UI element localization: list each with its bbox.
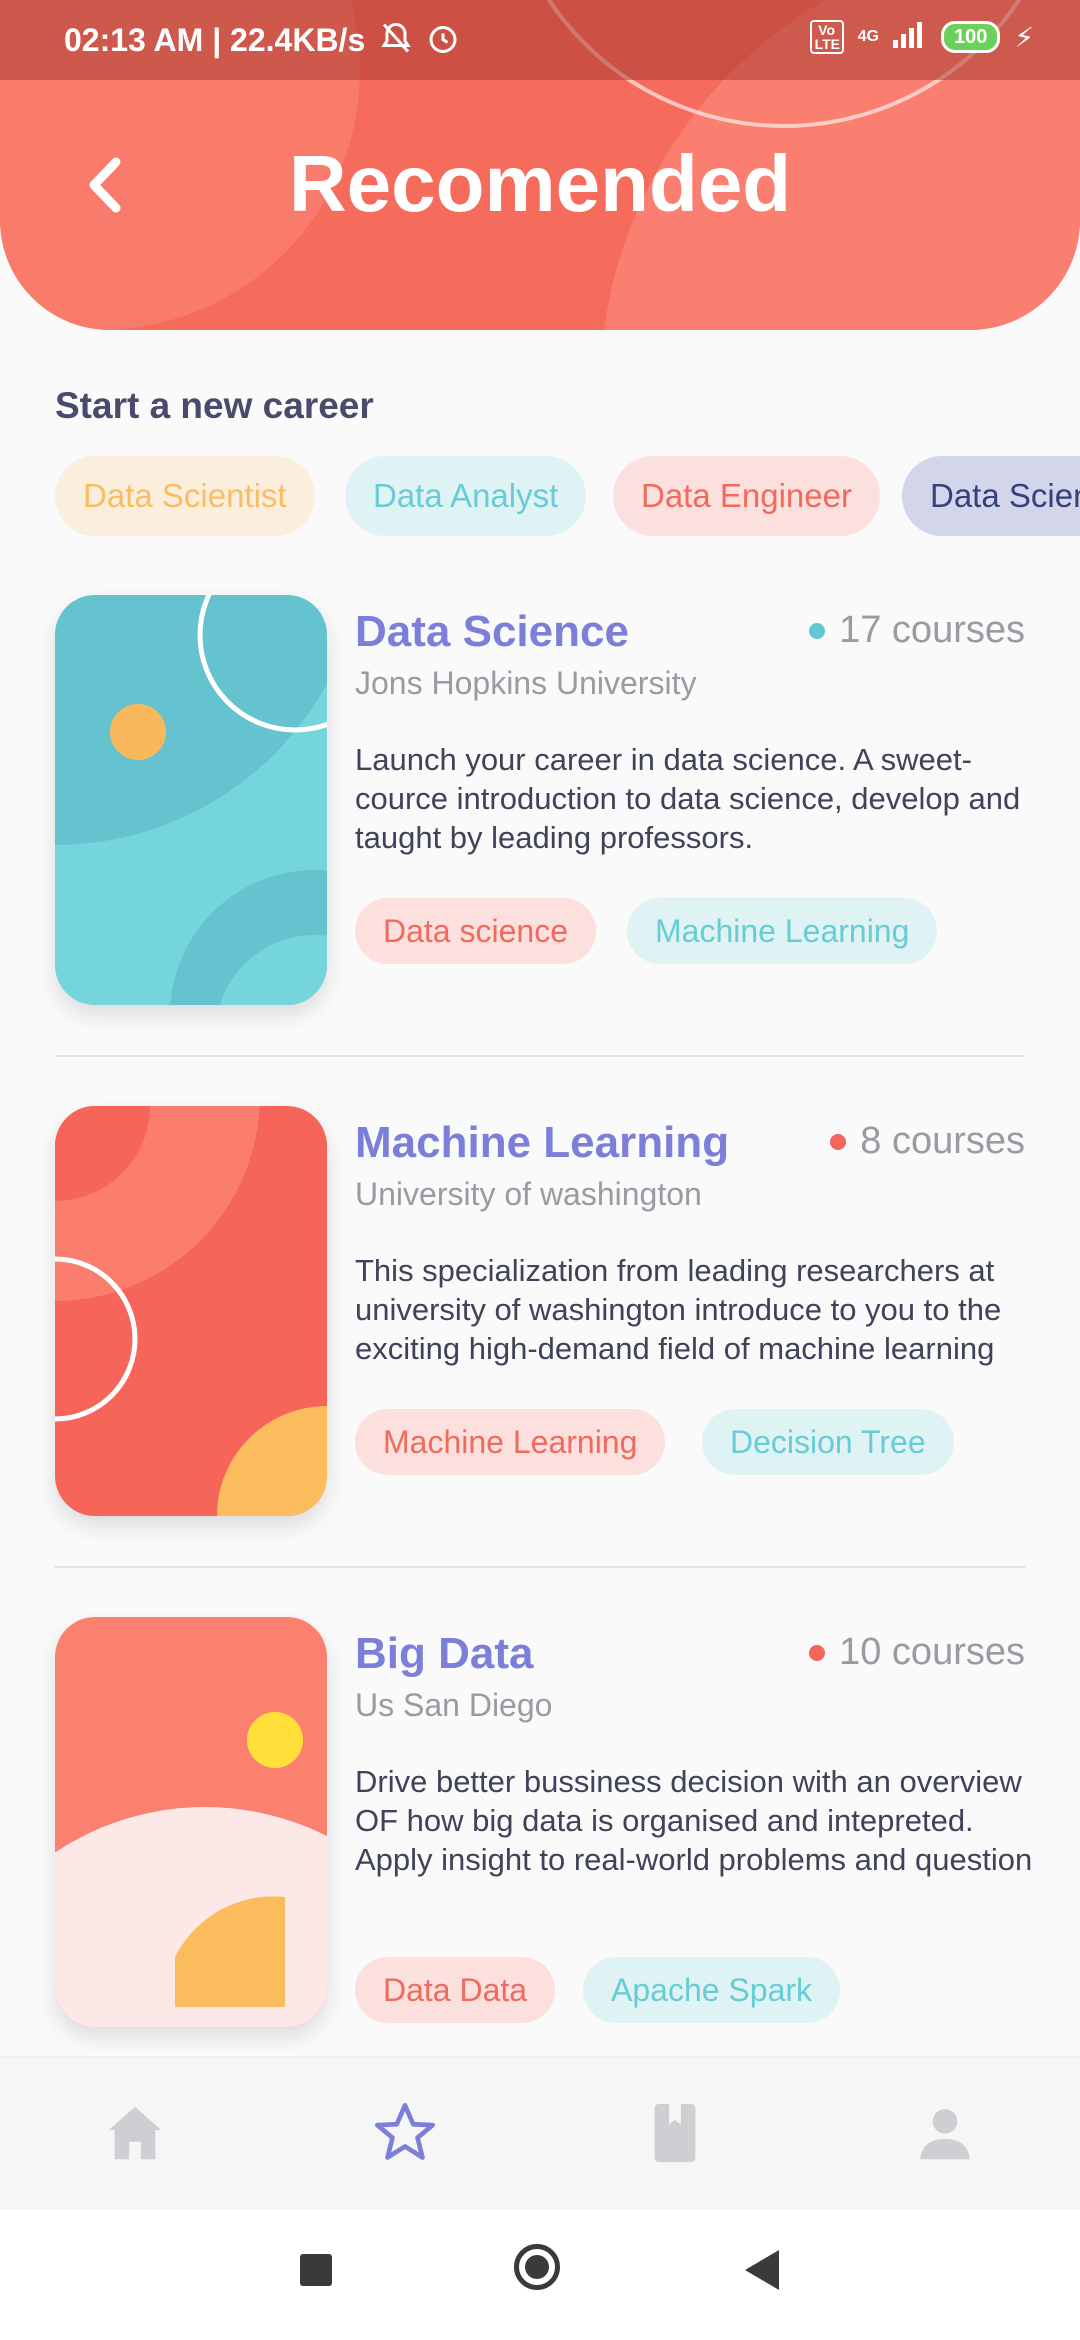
nav-profile[interactable] (910, 2098, 980, 2168)
course-description: Launch your career in data science. A sw… (355, 742, 1021, 855)
signal-icon (892, 20, 927, 54)
nav-library[interactable] (640, 2098, 710, 2168)
course-tag[interactable]: Data Data (355, 1957, 556, 2023)
book-icon (654, 2103, 696, 2163)
course-count: 10 courses (809, 1631, 1025, 1674)
status-dot (830, 1133, 847, 1150)
header: 02:13 AM | 22.4KB/s Vo LTE 4G 100 ⚡ Reco… (0, 0, 1080, 330)
course-university: Jons Hopkins University (355, 665, 697, 701)
charging-icon: ⚡ (1014, 21, 1034, 53)
battery-indicator: 100 (940, 21, 1001, 53)
course-description: This specialization from leading researc… (355, 1253, 1002, 1366)
status-dot (809, 622, 826, 639)
course-thumbnail (55, 1617, 327, 2027)
course-count-label: 10 courses (839, 1631, 1025, 1673)
nav-favorites[interactable] (370, 2098, 440, 2168)
course-thumbnail (55, 1106, 327, 1516)
alarm-icon (425, 20, 461, 64)
course-university: University of washington (355, 1176, 702, 1212)
course-card[interactable]: Machine Learning 8 courses University of… (0, 1106, 1080, 1526)
career-chip[interactable]: Data Scien (902, 456, 1080, 536)
course-university: Us San Diego (355, 1687, 553, 1723)
volte-icon: Vo LTE (809, 20, 844, 54)
course-title: Data Science (355, 607, 629, 656)
system-navigation-bar (0, 2210, 1080, 2340)
career-chip[interactable]: Data Analyst (345, 456, 587, 536)
career-chip[interactable]: Data Scientist (55, 456, 315, 536)
career-chip-row[interactable]: Data Scientist Data Analyst Data Enginee… (55, 456, 1080, 540)
status-bar: 02:13 AM | 22.4KB/s Vo LTE 4G 100 ⚡ (0, 0, 1080, 80)
course-card[interactable]: Big Data 10 courses Us San Diego Drive b… (0, 1617, 1080, 2037)
network-label: 4G (857, 28, 879, 45)
home-button-dot (525, 2255, 549, 2279)
recents-button[interactable] (300, 2254, 332, 2286)
course-thumbnail-art (55, 1712, 327, 2027)
course-count: 17 courses (809, 609, 1025, 652)
page-title: Recomended (288, 139, 792, 228)
course-count-label: 17 courses (839, 609, 1025, 651)
course-tag[interactable]: Machine Learning (627, 898, 938, 964)
course-thumbnail (55, 595, 327, 1005)
course-card[interactable]: Data Science 17 courses Jons Hopkins Uni… (0, 595, 1080, 1015)
home-button[interactable] (514, 2244, 560, 2290)
career-chip[interactable]: Data Engineer (613, 456, 880, 536)
course-thumbnail-art (55, 1106, 327, 1516)
course-title: Machine Learning (355, 1118, 730, 1167)
divider (55, 1566, 1025, 1568)
course-tag[interactable]: Decision Tree (702, 1409, 954, 1475)
back-nav-button[interactable] (745, 2250, 779, 2295)
course-tag[interactable]: Data science (355, 898, 596, 964)
course-tag[interactable]: Apache Spark (583, 1957, 841, 2023)
course-thumbnail-art (55, 595, 327, 1005)
star-icon (374, 2102, 436, 2160)
section-title: Start a new career (55, 385, 374, 426)
nav-home[interactable] (100, 2098, 170, 2168)
bottom-navigation (0, 2056, 1080, 2210)
mute-icon (378, 20, 414, 64)
home-icon (108, 2106, 162, 2160)
divider (55, 1055, 1025, 1057)
course-count-label: 8 courses (860, 1120, 1025, 1162)
triangle-back-icon (745, 2250, 779, 2290)
status-time: 02:13 AM | 22.4KB/s (64, 22, 366, 58)
person-icon (920, 2109, 970, 2160)
status-dot (809, 1644, 826, 1661)
course-count: 8 courses (830, 1120, 1025, 1163)
course-title: Big Data (355, 1629, 534, 1678)
course-tag[interactable]: Machine Learning (355, 1409, 666, 1475)
course-description: Drive better bussiness decision with an … (355, 1764, 1033, 1877)
